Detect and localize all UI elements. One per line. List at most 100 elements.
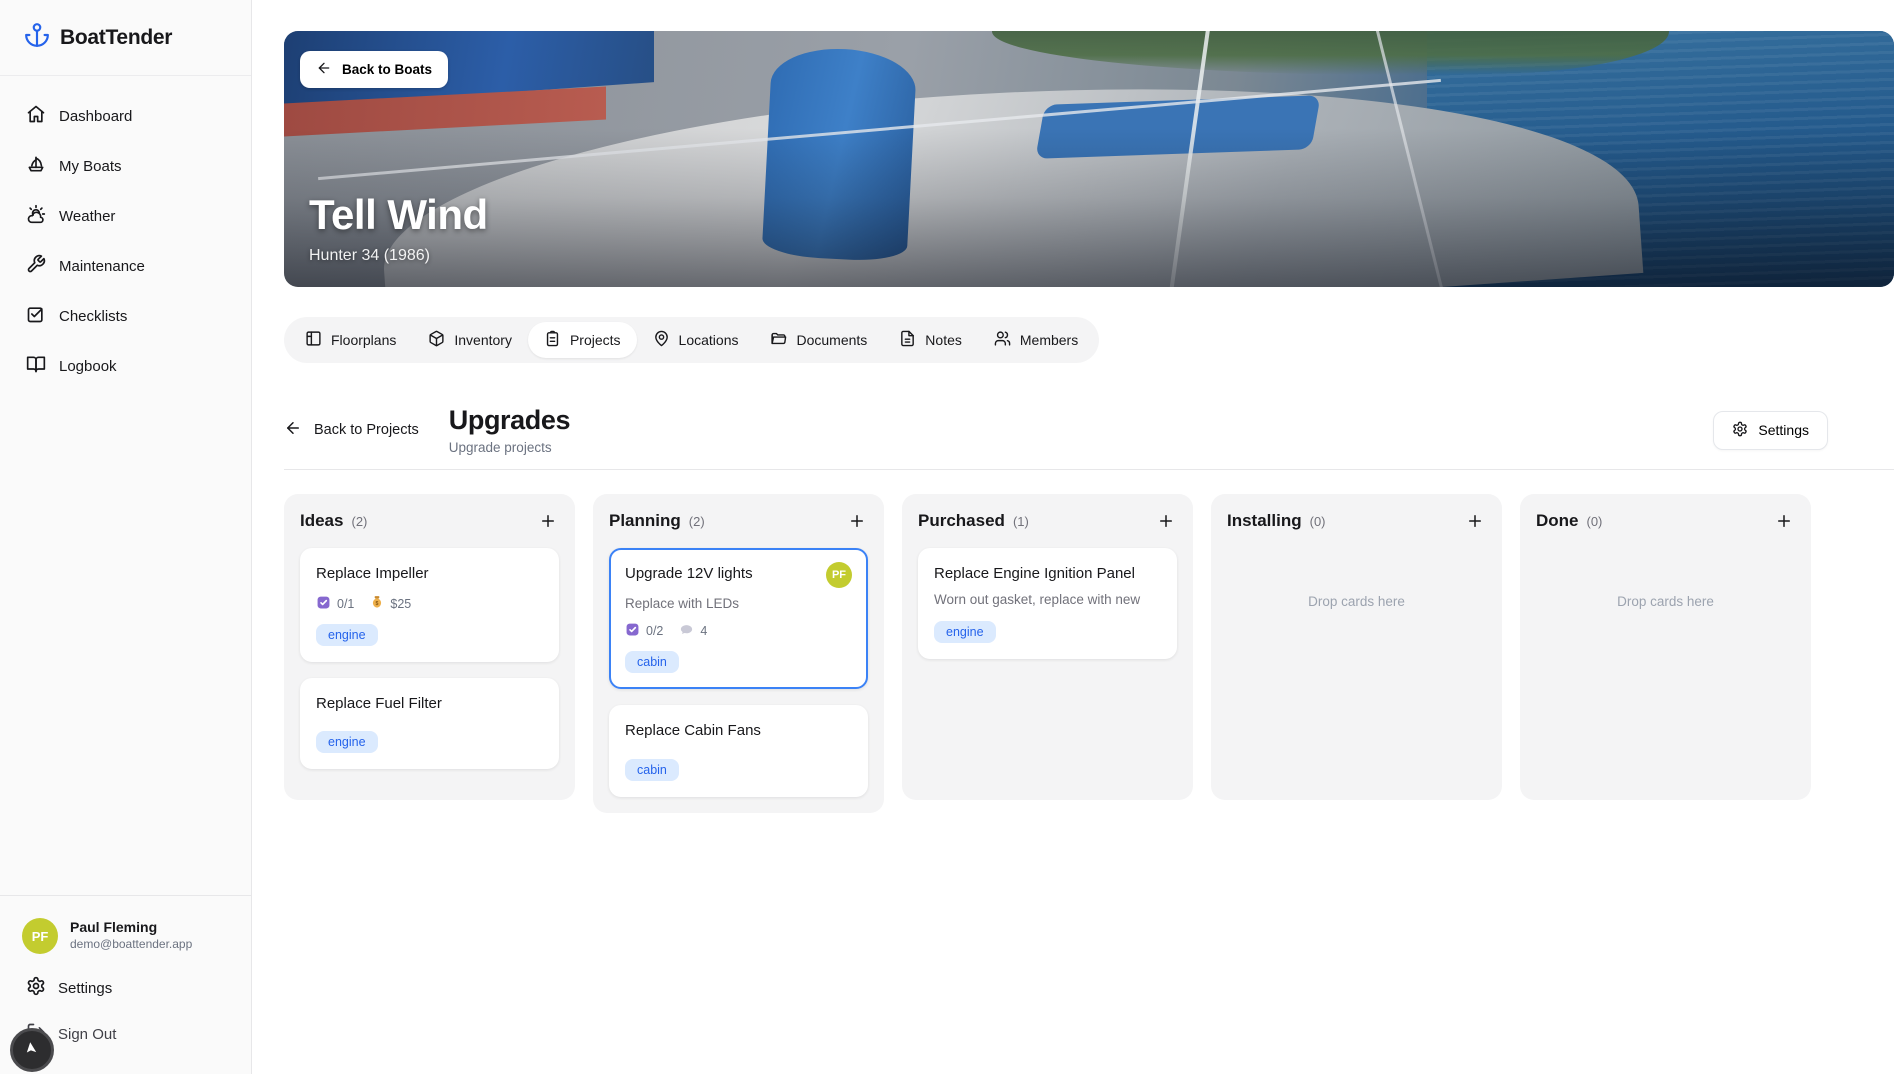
card-title: Upgrade 12V lights — [625, 565, 753, 582]
header-divider — [284, 469, 1894, 470]
anchor-icon — [24, 22, 50, 53]
tag-engine: engine — [316, 623, 378, 646]
tab-documents[interactable]: Documents — [754, 322, 883, 358]
back-to-projects-button[interactable]: Back to Projects — [284, 419, 419, 441]
settings-nav-button[interactable]: Settings — [22, 966, 229, 1010]
sidebar-nav: Dashboard My Boats Weather Maintenance C… — [0, 76, 251, 406]
board-settings-button[interactable]: Settings — [1713, 410, 1828, 450]
boat-icon — [26, 154, 46, 178]
sidebar-item-dashboard[interactable]: Dashboard — [14, 94, 237, 138]
card-description: Worn out gasket, replace with new — [934, 591, 1141, 607]
add-card-button[interactable] — [1155, 510, 1177, 532]
card-title: Replace Engine Ignition Panel — [934, 565, 1135, 582]
tab-floorplans[interactable]: Floorplans — [289, 322, 412, 358]
card-title: Replace Fuel Filter — [316, 694, 442, 712]
tab-notes[interactable]: Notes — [883, 322, 978, 358]
book-icon — [26, 354, 46, 378]
tab-label: Notes — [925, 332, 962, 348]
floorplan-icon — [305, 330, 322, 350]
column-count: (0) — [1309, 513, 1326, 529]
gear-icon — [1732, 421, 1748, 440]
svg-text:$: $ — [376, 601, 379, 607]
tab-members[interactable]: Members — [978, 322, 1094, 358]
map-pin-icon — [653, 330, 670, 350]
card-title: Replace Cabin Fans — [625, 722, 761, 739]
user-profile[interactable]: PF Paul Fleming demo@boattender.app — [22, 918, 229, 954]
add-card-button[interactable] — [846, 510, 868, 532]
tab-locations[interactable]: Locations — [637, 322, 755, 358]
column-purchased: Purchased (1) Replace Engine Ignition Pa… — [902, 494, 1193, 800]
cursor-overlay — [10, 1028, 54, 1072]
tab-inventory[interactable]: Inventory — [412, 322, 528, 358]
checklist-badge: 0/1 — [316, 595, 354, 613]
boat-tabbar: Floorplans Inventory Projects Locations … — [284, 317, 1100, 363]
checkbox-icon — [625, 622, 640, 640]
kanban-board: Ideas (2) Replace Impeller 0/1 $ $25 eng… — [284, 494, 1894, 813]
avatar: PF — [22, 918, 58, 954]
card-title: Replace Impeller — [316, 565, 429, 582]
money-bag-icon: $ — [370, 595, 384, 612]
comments-badge: 4 — [679, 622, 707, 640]
drop-placeholder[interactable]: Drop cards here — [1227, 594, 1486, 609]
tab-label: Projects — [569, 332, 621, 348]
checkbox-icon — [316, 595, 331, 613]
column-done: Done (0) Drop cards here — [1520, 494, 1811, 800]
cost-badge: $ $25 — [370, 595, 411, 612]
add-card-button[interactable] — [1464, 510, 1486, 532]
speech-bubble-icon — [679, 622, 694, 640]
sign-out-label: Sign Out — [58, 1025, 117, 1043]
project-card[interactable]: Replace Fuel Filter engine — [300, 677, 559, 769]
sidebar-item-weather[interactable]: Weather — [14, 194, 237, 238]
project-card-selected[interactable]: Upgrade 12V lights PF Replace with LEDs … — [609, 548, 868, 689]
folder-icon — [770, 330, 787, 350]
sidebar-item-my-boats[interactable]: My Boats — [14, 144, 237, 188]
project-card[interactable]: Replace Engine Ignition Panel Worn out g… — [918, 548, 1177, 659]
tag-engine: engine — [934, 620, 996, 643]
sidebar-item-label: Dashboard — [59, 107, 133, 125]
sidebar-item-label: My Boats — [59, 157, 122, 175]
column-title: Ideas — [300, 511, 344, 530]
add-card-button[interactable] — [1773, 510, 1795, 532]
boat-hero-banner: Back to Boats Tell Wind Hunter 34 (1986) — [284, 31, 1894, 287]
sidebar-item-label: Checklists — [59, 307, 128, 325]
sidebar-item-label: Maintenance — [59, 257, 145, 275]
sidebar-item-label: Weather — [59, 207, 116, 225]
clipboard-icon — [544, 330, 561, 350]
boat-name: Tell Wind — [309, 191, 488, 238]
settings-nav-label: Settings — [58, 979, 113, 997]
tab-label: Floorplans — [331, 332, 397, 348]
column-title: Installing — [1227, 511, 1302, 530]
tab-label: Locations — [678, 332, 739, 348]
users-icon — [994, 330, 1011, 350]
page-subtitle: Upgrade projects — [448, 440, 552, 455]
sidebar-item-maintenance[interactable]: Maintenance — [14, 244, 237, 288]
hero-shade-overlay — [284, 31, 1894, 287]
column-count: (2) — [351, 513, 368, 529]
gear-icon — [26, 976, 46, 1000]
sidebar-item-label: Logbook — [59, 357, 117, 375]
project-card[interactable]: Replace Impeller 0/1 $ $25 engine — [300, 548, 559, 662]
column-title: Planning — [609, 511, 681, 530]
tag-cabin: cabin — [625, 651, 679, 673]
column-count: (1) — [1012, 513, 1029, 529]
back-to-boats-label: Back to Boats — [342, 62, 433, 77]
sidebar-item-logbook[interactable]: Logbook — [14, 344, 237, 388]
back-to-projects-label: Back to Projects — [314, 422, 419, 438]
card-description: Replace with LEDs — [625, 596, 740, 611]
check-square-icon — [26, 304, 46, 328]
user-name: Paul Fleming — [70, 919, 158, 936]
add-card-button[interactable] — [537, 510, 559, 532]
sun-cloud-icon — [26, 204, 46, 228]
sidebar-item-checklists[interactable]: Checklists — [14, 294, 237, 338]
drop-placeholder[interactable]: Drop cards here — [1536, 594, 1795, 609]
user-email: demo@boattender.app — [70, 936, 193, 951]
assignee-avatar: PF — [826, 562, 852, 588]
tab-projects[interactable]: Projects — [527, 322, 637, 358]
column-count: (0) — [1586, 513, 1603, 529]
arrow-left-icon — [284, 419, 302, 441]
page-title: Upgrades — [448, 405, 571, 435]
tab-label: Members — [1019, 332, 1079, 348]
project-card[interactable]: Replace Cabin Fans cabin — [609, 705, 868, 797]
back-to-boats-button[interactable]: Back to Boats — [300, 51, 449, 88]
checklist-badge: 0/2 — [625, 622, 663, 640]
